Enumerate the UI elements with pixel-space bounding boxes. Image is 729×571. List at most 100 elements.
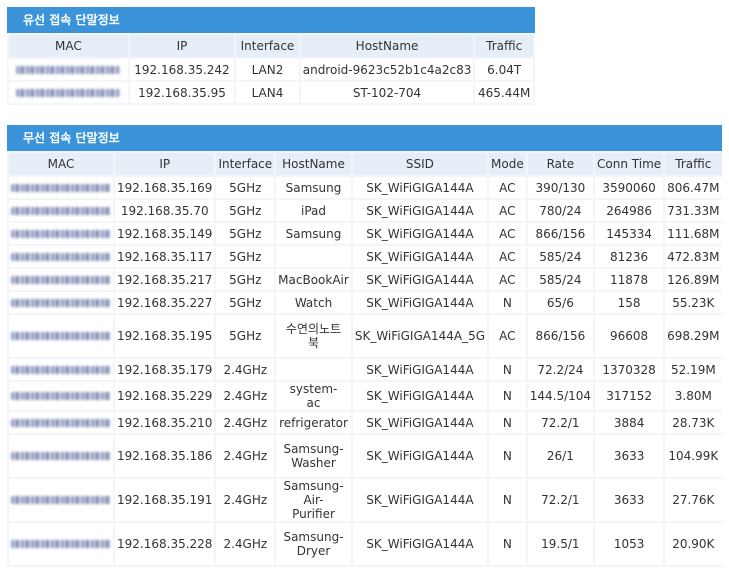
- column-header-mac: MAC: [9, 35, 128, 57]
- hostname-cell: MacBookAir: [276, 269, 351, 290]
- interface-cell: 5GHz: [216, 246, 275, 267]
- hostname-cell: [276, 246, 351, 267]
- table-row: 192.168.35.179 2.4GHz SK_WiFiGIGA144A N 72.2…: [9, 359, 722, 380]
- table-row: 192.168.35.227 5GHz Watch SK_WiFiGIGA144A N 6…: [9, 292, 722, 313]
- traffic-cell: 28.73K: [665, 412, 722, 433]
- interface-cell: 5GHz: [216, 269, 275, 290]
- traffic-cell: 52.19M: [665, 359, 722, 380]
- conn-time-cell: 81236: [595, 246, 664, 267]
- mac-cell: [9, 223, 113, 244]
- mode-cell: AC: [489, 315, 526, 357]
- hostname-cell: iPad: [276, 200, 351, 221]
- hostname-cell: Samsung- Air- Purifier: [276, 479, 351, 521]
- mode-cell: N: [489, 435, 526, 477]
- table-row: 192.168.35.242 LAN2 android-9623c52b1c4a2c…: [9, 59, 533, 80]
- mac-cell: [9, 177, 113, 198]
- traffic-cell: 111.68M: [665, 223, 722, 244]
- ssid-cell: SK_WiFiGIGA144A: [352, 382, 488, 410]
- ip-cell: 192.168.35.169: [115, 177, 215, 198]
- mode-cell: AC: [489, 246, 526, 267]
- wired-devices-table: MAC IP Interface HostName Traffic 192.16…: [7, 33, 535, 105]
- interface-cell: 5GHz: [216, 315, 275, 357]
- mode-cell: AC: [489, 177, 526, 198]
- mode-cell: AC: [489, 223, 526, 244]
- ip-cell: 192.168.35.227: [115, 292, 215, 313]
- redacted-mac-address: [11, 298, 111, 307]
- rate-cell: 65/6: [527, 292, 594, 313]
- mac-cell: [9, 382, 113, 410]
- column-header-interface: Interface: [216, 153, 275, 175]
- mac-cell: [9, 269, 113, 290]
- redacted-mac-address: [11, 183, 111, 192]
- rate-cell: 780/24: [527, 200, 594, 221]
- conn-time-cell: 317152: [595, 382, 664, 410]
- redacted-mac-address: [16, 88, 121, 97]
- interface-cell: 5GHz: [216, 292, 275, 313]
- hostname-cell: 수연의노트 북: [276, 315, 351, 357]
- column-header-mode: Mode: [489, 153, 526, 175]
- wired-panel-title: 유선 접속 단말정보: [7, 7, 535, 33]
- traffic-cell: 126.89M: [665, 269, 722, 290]
- rate-cell: 390/130: [527, 177, 594, 198]
- traffic-cell: 465.44M: [475, 82, 533, 103]
- mac-cell: [9, 315, 113, 357]
- redacted-mac-address: [11, 332, 111, 340]
- traffic-cell: 806.47M: [665, 177, 722, 198]
- column-header-traffic: Traffic: [665, 153, 722, 175]
- table-row: 192.168.35.229 2.4GHz system-ac SK_WiFiGIGA…: [9, 382, 722, 410]
- ip-cell: 192.168.35.191: [115, 479, 215, 521]
- mac-cell: [9, 523, 113, 565]
- redacted-mac-address: [11, 496, 111, 504]
- conn-time-cell: 145334: [595, 223, 664, 244]
- interface-cell: 2.4GHz: [216, 382, 275, 410]
- ssid-cell: SK_WiFiGIGA144A: [352, 269, 488, 290]
- ssid-cell: SK_WiFiGIGA144A: [352, 523, 488, 565]
- wireless-header-row: MAC IP Interface HostName SSID Mode Rate…: [9, 153, 722, 175]
- interface-cell: LAN4: [236, 82, 299, 103]
- redacted-mac-address: [11, 229, 111, 238]
- rate-cell: 26/1: [527, 435, 594, 477]
- ip-cell: 192.168.35.217: [115, 269, 215, 290]
- ip-cell: 192.168.35.117: [115, 246, 215, 267]
- conn-time-cell: 158: [595, 292, 664, 313]
- ip-cell: 192.168.35.179: [115, 359, 215, 380]
- interface-cell: 2.4GHz: [216, 479, 275, 521]
- mode-cell: N: [489, 412, 526, 433]
- redacted-mac-address: [11, 418, 111, 427]
- mac-cell: [9, 59, 128, 80]
- redacted-mac-address: [11, 452, 111, 460]
- traffic-cell: 20.90K: [665, 523, 722, 565]
- conn-time-cell: 3590060: [595, 177, 664, 198]
- hostname-cell: refrigerator: [276, 412, 351, 433]
- column-header-hostname: HostName: [276, 153, 351, 175]
- traffic-cell: 6.04T: [475, 59, 533, 80]
- table-row: 192.168.35.95 LAN4 ST-102-704 465.44M: [9, 82, 533, 103]
- table-row: 192.168.35.228 2.4GHz Samsung- Dryer SK_WiFi…: [9, 523, 722, 565]
- mac-cell: [9, 412, 113, 433]
- ip-cell: 192.168.35.95: [129, 82, 235, 103]
- table-row: 192.168.35.210 2.4GHz refrigerator SK_WiFiG…: [9, 412, 722, 433]
- rate-cell: 72.2/1: [527, 479, 594, 521]
- wireless-devices-panel: 무선 접속 단말정보 MAC IP Interface HostName SSI…: [7, 125, 722, 567]
- interface-cell: 2.4GHz: [216, 412, 275, 433]
- hostname-cell: Watch: [276, 292, 351, 313]
- rate-cell: 866/156: [527, 315, 594, 357]
- interface-cell: 5GHz: [216, 200, 275, 221]
- table-row: 192.168.35.186 2.4GHz Samsung- Washer SK_WiF…: [9, 435, 722, 477]
- column-header-mac: MAC: [9, 153, 113, 175]
- mac-cell: [9, 82, 128, 103]
- ip-cell: 192.168.35.195: [115, 315, 215, 357]
- hostname-cell: [276, 359, 351, 380]
- redacted-mac-address: [11, 392, 111, 400]
- hostname-cell: android-9623c52b1c4a2c83: [300, 59, 474, 80]
- traffic-cell: 104.99K: [665, 435, 722, 477]
- column-header-ssid: SSID: [352, 153, 488, 175]
- ssid-cell: SK_WiFiGIGA144A_5G: [352, 315, 488, 357]
- table-row: 192.168.35.117 5GHz SK_WiFiGIGA144A AC 585/2…: [9, 246, 722, 267]
- redacted-mac-address: [11, 365, 111, 374]
- rate-cell: 72.2/1: [527, 412, 594, 433]
- ssid-cell: SK_WiFiGIGA144A: [352, 223, 488, 244]
- mode-cell: N: [489, 382, 526, 410]
- mac-cell: [9, 292, 113, 313]
- conn-time-cell: 96608: [595, 315, 664, 357]
